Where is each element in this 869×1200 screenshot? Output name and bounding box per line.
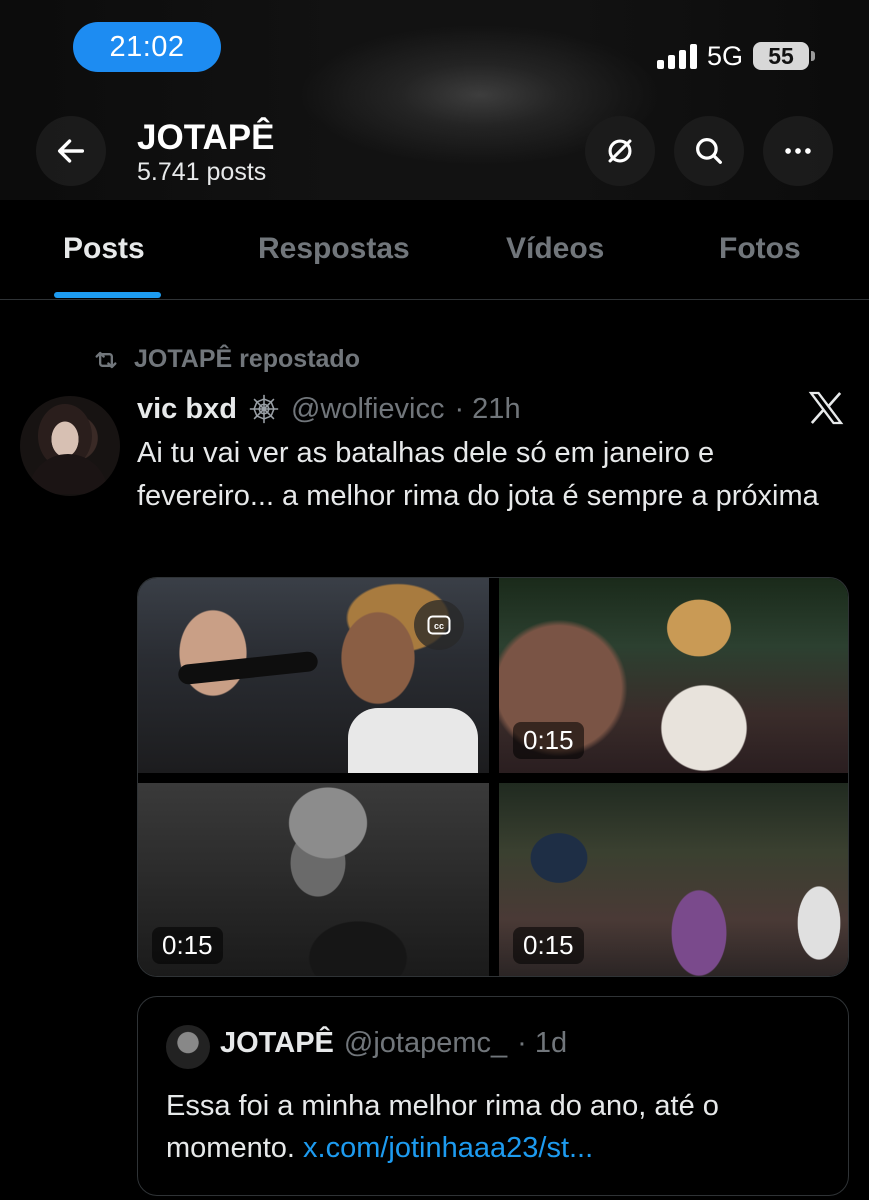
more-button[interactable]	[763, 116, 833, 186]
profile-header: 21:02 5G 55 JOTAPÊ 5.741 posts	[0, 0, 869, 200]
status-indicators: 5G 55	[656, 38, 815, 74]
author-name[interactable]: vic bxd	[137, 393, 237, 426]
active-tab-indicator	[54, 292, 161, 298]
svg-text:cc: cc	[434, 621, 444, 631]
video-thumbnail[interactable]: cc	[138, 578, 489, 773]
closed-captions-icon[interactable]: cc	[414, 600, 464, 650]
post-time: · 21h	[454, 392, 521, 425]
quoted-post[interactable]: JOTAPÊ @jotapemc_ · 1d Essa foi a minha …	[137, 996, 849, 1196]
video-thumbnail[interactable]: 0:15	[138, 783, 489, 976]
media-grid: cc 0:15 0:15 0:15	[137, 577, 849, 977]
video-duration: 0:15	[152, 927, 223, 964]
link-off-icon	[608, 139, 632, 163]
battery-icon: 55	[753, 42, 815, 70]
post-author-line: vic bxd @wolfievicc · 21h	[137, 388, 521, 430]
quote-author-avatar	[166, 1025, 210, 1069]
status-time: 21:02	[73, 22, 221, 72]
more-horizontal-icon	[785, 148, 811, 154]
quote-author-name: JOTAPÊ	[220, 1027, 334, 1059]
x-logo-icon[interactable]	[806, 388, 846, 428]
post-text: Ai tu vai ver as batalhas dele só em jan…	[137, 437, 819, 512]
quote-text-block: Essa foi a minha melhor rima do ano, até…	[166, 1085, 826, 1169]
quote-time: · 1d	[517, 1027, 568, 1059]
tab-posts[interactable]: Posts	[63, 232, 145, 266]
link-off-button[interactable]	[585, 116, 655, 186]
posts-count: 5.741 posts	[137, 158, 267, 186]
quote-link[interactable]: x.com/jotinhaaa23/st...	[303, 1132, 593, 1164]
author-handle[interactable]: @wolfievicc	[291, 393, 445, 426]
arrow-left-icon	[57, 139, 85, 163]
profile-name: JOTAPÊ	[137, 118, 275, 157]
search-icon	[696, 138, 722, 164]
video-thumbnail[interactable]: 0:15	[499, 578, 848, 773]
author-avatar[interactable]	[20, 396, 120, 496]
repost-icon	[95, 351, 117, 368]
video-duration: 0:15	[513, 722, 584, 759]
signal-icon	[656, 43, 697, 69]
battery-level: 55	[768, 42, 794, 69]
quote-author-handle: @jotapemc_	[343, 1027, 508, 1059]
search-button[interactable]	[674, 116, 744, 186]
tab-respostas[interactable]: Respostas	[258, 232, 410, 266]
spiderweb-badge-icon	[249, 394, 279, 424]
tab-fotos[interactable]: Fotos	[719, 232, 801, 266]
repost-label: JOTAPÊ repostado	[134, 345, 360, 373]
video-thumbnail[interactable]: 0:15	[499, 783, 848, 976]
network-type: 5G	[706, 40, 743, 71]
repost-context[interactable]: JOTAPÊ repostado	[90, 345, 360, 374]
back-button[interactable]	[36, 116, 106, 186]
tab-videos[interactable]: Vídeos	[506, 232, 604, 266]
video-duration: 0:15	[513, 927, 584, 964]
quote-author-line: JOTAPÊ @jotapemc_ · 1d	[220, 1027, 567, 1060]
